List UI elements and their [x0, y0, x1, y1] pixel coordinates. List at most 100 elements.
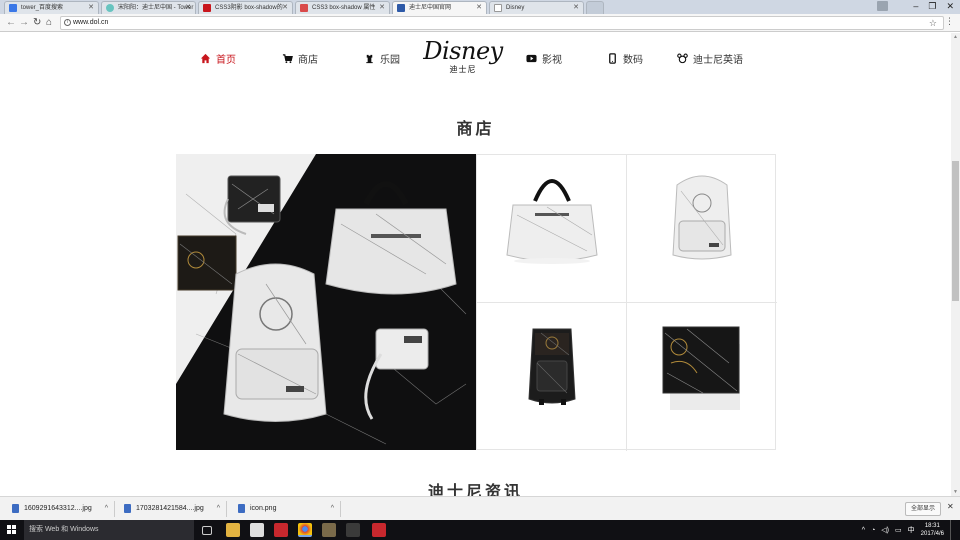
- disney-logo[interactable]: Disney 迪士尼: [421, 39, 505, 79]
- close-tab-icon[interactable]: ✕: [282, 2, 288, 14]
- show-all-downloads-button[interactable]: 全部显示: [905, 502, 941, 516]
- news-section-title: 迪士尼资讯: [427, 484, 523, 496]
- divider: [114, 501, 115, 517]
- network-icon[interactable]: ◔: [871, 527, 875, 534]
- browser-tab-2[interactable]: 宋阳阳：迪士尼中国 - Tower ✕: [101, 1, 196, 14]
- file-explorer-icon[interactable]: [226, 523, 240, 537]
- store-app-icon[interactable]: [250, 523, 264, 537]
- file-icon: [12, 504, 19, 513]
- tab-title: tower_百度搜索: [21, 5, 64, 11]
- window-controls: – ❐ ✕: [913, 0, 954, 14]
- download-item[interactable]: 1703281421584....jpg ^: [122, 502, 220, 516]
- photos-app-icon[interactable]: [322, 523, 336, 537]
- volume-icon[interactable]: ◁): [881, 526, 889, 534]
- clock-time: 18:31: [924, 523, 940, 529]
- play-icon: [526, 54, 537, 63]
- nav-item-home[interactable]: 首页: [200, 51, 236, 66]
- taskbar-search[interactable]: 搜索 Web 和 Windows: [24, 520, 194, 540]
- product-tile-white-backpack[interactable]: [627, 155, 777, 303]
- nav-label: 乐园: [380, 55, 400, 66]
- logo-wordmark: Disney: [423, 37, 503, 65]
- nav-label: 迪士尼英语: [693, 55, 743, 66]
- scroll-up-icon[interactable]: ▲: [953, 34, 958, 40]
- reload-icon[interactable]: ↻: [33, 16, 41, 30]
- product-tile-tote[interactable]: [477, 155, 627, 303]
- divider: [226, 501, 227, 517]
- close-tab-icon[interactable]: ✕: [379, 2, 385, 14]
- address-bar[interactable]: i www.dol.cn ☆: [60, 16, 944, 30]
- download-filename: 1609291643312....jpg: [24, 505, 92, 512]
- nav-item-movies[interactable]: 影视: [526, 51, 562, 66]
- home-button-icon[interactable]: ⌂: [46, 16, 52, 30]
- nav-item-english[interactable]: 迪士尼英语: [677, 51, 743, 66]
- nav-item-store[interactable]: 商店: [282, 51, 318, 66]
- tab-title: 迪士尼中国官网: [409, 5, 452, 11]
- close-tab-icon[interactable]: ✕: [88, 2, 94, 14]
- nav-label: 首页: [216, 55, 236, 66]
- taskbar-clock[interactable]: 18:31 2017/4/6: [921, 522, 944, 538]
- downloads-bar: 1609291643312....jpg ^ 1703281421584....…: [0, 496, 960, 520]
- browser-menu-icon[interactable]: ⋮: [945, 16, 954, 27]
- scrollbar-thumb[interactable]: [952, 161, 959, 301]
- profile-icon[interactable]: [877, 1, 888, 11]
- product-tile-black-backpack[interactable]: [477, 303, 627, 451]
- chrome-icon[interactable]: [298, 523, 312, 537]
- favicon-icon: [203, 4, 211, 12]
- download-filename: 1703281421584....jpg: [136, 505, 204, 512]
- editor-app-icon[interactable]: [346, 523, 360, 537]
- divider: [340, 501, 341, 517]
- favicon-icon: [397, 4, 405, 12]
- close-tab-icon[interactable]: ✕: [573, 2, 579, 14]
- store-section-title: 商店: [456, 121, 495, 138]
- nav-item-park[interactable]: 乐园: [364, 51, 400, 66]
- download-filename: icon.png: [250, 505, 277, 512]
- bookmark-star-icon[interactable]: ☆: [929, 17, 937, 29]
- logo-chinese: 迪士尼: [449, 65, 477, 74]
- close-window-icon[interactable]: ✕: [946, 0, 954, 14]
- ime-indicator[interactable]: 中: [908, 525, 915, 535]
- forward-icon[interactable]: →: [19, 16, 29, 30]
- restore-icon[interactable]: ❐: [928, 0, 936, 14]
- tab-title: Disney: [506, 5, 525, 11]
- close-downloads-icon[interactable]: ✕: [947, 502, 954, 511]
- show-desktop-button[interactable]: [950, 520, 954, 540]
- cart-icon: [282, 54, 293, 64]
- chevron-up-icon[interactable]: ^: [105, 502, 108, 516]
- new-tab-button[interactable]: [586, 1, 604, 14]
- download-item[interactable]: 1609291643312....jpg ^: [10, 502, 108, 516]
- close-tab-icon[interactable]: ✕: [476, 2, 482, 14]
- product-tile-gold-wallet[interactable]: [627, 303, 777, 451]
- browser-tab-4[interactable]: CSS3 box-shadow 属性 ✕: [295, 1, 390, 14]
- start-button-icon[interactable]: [7, 525, 17, 535]
- browser-tab-6[interactable]: Disney ✕: [489, 1, 584, 14]
- task-view-icon[interactable]: [202, 526, 212, 535]
- site-info-icon[interactable]: i: [64, 19, 71, 26]
- file-icon: [124, 504, 131, 513]
- security-app-icon[interactable]: [372, 523, 386, 537]
- page-scrollbar[interactable]: ▲ ▼: [951, 33, 960, 496]
- chevron-up-icon[interactable]: ^: [217, 502, 220, 516]
- close-tab-icon[interactable]: ✕: [185, 2, 191, 14]
- mcafee-icon[interactable]: [274, 523, 288, 537]
- minimize-icon[interactable]: –: [913, 0, 918, 14]
- phone-icon: [609, 53, 616, 64]
- gold-wallet-image: [662, 326, 740, 410]
- chevron-up-icon[interactable]: ^: [331, 502, 334, 516]
- browser-tab-5[interactable]: 迪士尼中国官网 ✕: [392, 1, 487, 14]
- browser-window: tower_百度搜索 ✕ 宋阳阳：迪士尼中国 - Tower ✕ CSS3阴影 …: [0, 0, 960, 540]
- store-hero-image[interactable]: [176, 154, 476, 450]
- tray-expand-icon[interactable]: ^: [862, 527, 865, 534]
- back-icon[interactable]: ←: [6, 16, 16, 30]
- system-tray: ^ ◔ ◁) ▭ 中 18:31 2017/4/6: [862, 520, 954, 540]
- home-icon: [200, 53, 211, 64]
- browser-toolbar: ← → ↻ ⌂ i www.dol.cn ☆ ⋮: [0, 14, 960, 32]
- scroll-down-icon[interactable]: ▼: [953, 489, 958, 495]
- notification-icon[interactable]: ▭: [895, 526, 902, 534]
- browser-tab-3[interactable]: CSS3阴影 box-shadow的 ✕: [198, 1, 293, 14]
- nav-item-digital[interactable]: 数码: [607, 51, 643, 66]
- download-item[interactable]: icon.png ^: [236, 502, 334, 516]
- browser-tab-1[interactable]: tower_百度搜索 ✕: [4, 1, 99, 14]
- white-backpack-image: [672, 175, 732, 260]
- favicon-icon: [494, 4, 502, 12]
- tab-strip: tower_百度搜索 ✕ 宋阳阳：迪士尼中国 - Tower ✕ CSS3阴影 …: [0, 0, 960, 14]
